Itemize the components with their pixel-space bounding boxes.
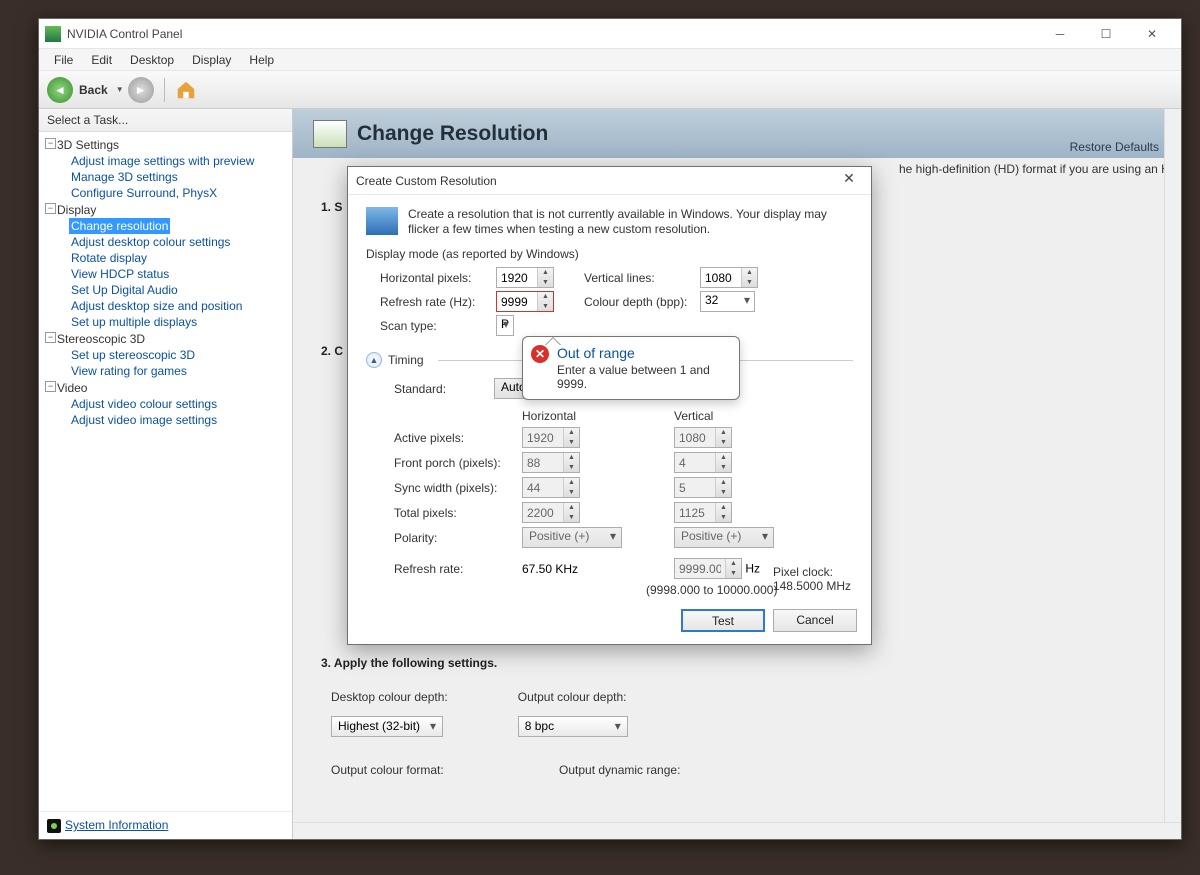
close-button[interactable]: ✕ <box>1129 19 1175 49</box>
back-label: Back <box>79 83 108 97</box>
scrollbar-vertical[interactable] <box>1164 109 1181 822</box>
scan-type-select[interactable]: P <box>496 315 514 336</box>
back-dropdown-icon[interactable]: ▼ <box>116 85 124 94</box>
output-colour-format-label: Output colour format: <box>331 763 489 777</box>
error-icon: ✕ <box>531 345 549 363</box>
step-3-title: 3. Apply the following settings. <box>321 656 1153 670</box>
horizontal-pixels-input[interactable]: ▲▼ <box>496 267 554 288</box>
tree-item[interactable]: Set up stereoscopic 3D <box>47 347 288 363</box>
menu-display[interactable]: Display <box>183 51 240 69</box>
tree-item[interactable]: Configure Surround, PhysX <box>47 185 288 201</box>
active-pixels-h: ▲▼ <box>522 427 580 448</box>
menubar: File Edit Desktop Display Help <box>39 49 1181 71</box>
tree-item[interactable]: Set Up Digital Audio <box>47 282 288 298</box>
output-colour-depth-label: Output colour depth: <box>518 690 628 704</box>
tree-item[interactable]: Adjust desktop size and position <box>47 298 288 314</box>
tree-item[interactable]: Adjust image settings with preview <box>47 153 288 169</box>
desktop-colour-depth-label: Desktop colour depth: <box>331 690 448 704</box>
separator <box>164 78 165 102</box>
create-custom-resolution-dialog: Create Custom Resolution ✕ Create a reso… <box>347 166 872 645</box>
output-colour-depth-select[interactable]: 8 bpc <box>518 716 628 737</box>
dialog-close-button[interactable]: ✕ <box>835 170 863 192</box>
tooltip-title: Out of range <box>557 345 729 361</box>
menu-desktop[interactable]: Desktop <box>121 51 183 69</box>
titlebar: NVIDIA Control Panel ─ ☐ ✕ <box>39 19 1181 49</box>
collapse-icon[interactable]: − <box>45 138 56 149</box>
sidebar: Select a Task... −3D Settings Adjust ima… <box>39 109 293 839</box>
tree-item[interactable]: Adjust desktop colour settings <box>47 234 288 250</box>
home-icon[interactable] <box>175 79 197 101</box>
tree-item[interactable]: Adjust video colour settings <box>47 396 288 412</box>
test-button[interactable]: Test <box>681 609 765 632</box>
task-tree: −3D Settings Adjust image settings with … <box>39 132 292 811</box>
monitor-icon <box>313 120 347 148</box>
tree-item[interactable]: Set up multiple displays <box>47 314 288 330</box>
tree-item-selected[interactable]: Change resolution <box>69 218 170 234</box>
active-pixels-v: ▲▼ <box>674 427 732 448</box>
desktop-colour-depth-select[interactable]: Highest (32-bit) <box>331 716 443 737</box>
restore-defaults[interactable]: Restore Defaults <box>1070 140 1159 154</box>
collapse-icon[interactable]: − <box>45 381 56 392</box>
window-title: NVIDIA Control Panel <box>67 27 1037 41</box>
system-information[interactable]: System Information <box>39 811 292 839</box>
collapse-icon[interactable]: − <box>45 332 56 343</box>
tree-item[interactable]: Rotate display <box>47 250 288 266</box>
menu-edit[interactable]: Edit <box>82 51 121 69</box>
tree-item[interactable]: Adjust video image settings <box>47 412 288 428</box>
dialog-hint: Create a resolution that is not currentl… <box>408 207 853 237</box>
refresh-rate-input[interactable]: ▲▼ <box>496 291 554 312</box>
tree-item[interactable]: View HDCP status <box>47 266 288 282</box>
maximize-button[interactable]: ☐ <box>1083 19 1129 49</box>
tree-item[interactable]: Manage 3D settings <box>47 169 288 185</box>
collapse-timing-icon[interactable]: ▲ <box>366 352 382 368</box>
collapse-icon[interactable]: − <box>45 203 56 214</box>
minimize-button[interactable]: ─ <box>1037 19 1083 49</box>
toolbar: ◄ Back ▼ ► <box>39 71 1181 109</box>
cancel-button[interactable]: Cancel <box>773 609 857 632</box>
nvidia-icon <box>47 819 61 833</box>
vertical-lines-input[interactable]: ▲▼ <box>700 267 758 288</box>
app-icon <box>45 26 61 42</box>
page-header: Change Resolution Restore Defaults <box>293 109 1181 158</box>
error-tooltip: ✕ Out of range Enter a value between 1 a… <box>522 336 740 400</box>
monitor-icon <box>366 207 398 235</box>
output-dynamic-range-label: Output dynamic range: <box>559 763 680 777</box>
scrollbar-horizontal[interactable] <box>293 822 1181 839</box>
menu-help[interactable]: Help <box>240 51 283 69</box>
page-title: Change Resolution <box>357 122 548 146</box>
back-button[interactable]: ◄ <box>47 77 73 103</box>
forward-button[interactable]: ► <box>128 77 154 103</box>
sidebar-header: Select a Task... <box>39 109 292 132</box>
colour-depth-select[interactable]: 32 <box>700 291 755 312</box>
dialog-title: Create Custom Resolution <box>356 174 835 188</box>
tooltip-message: Enter a value between 1 and 9999. <box>557 363 729 391</box>
tree-item[interactable]: View rating for games <box>47 363 288 379</box>
menu-file[interactable]: File <box>45 51 82 69</box>
display-mode-label: Display mode (as reported by Windows) <box>366 247 853 261</box>
